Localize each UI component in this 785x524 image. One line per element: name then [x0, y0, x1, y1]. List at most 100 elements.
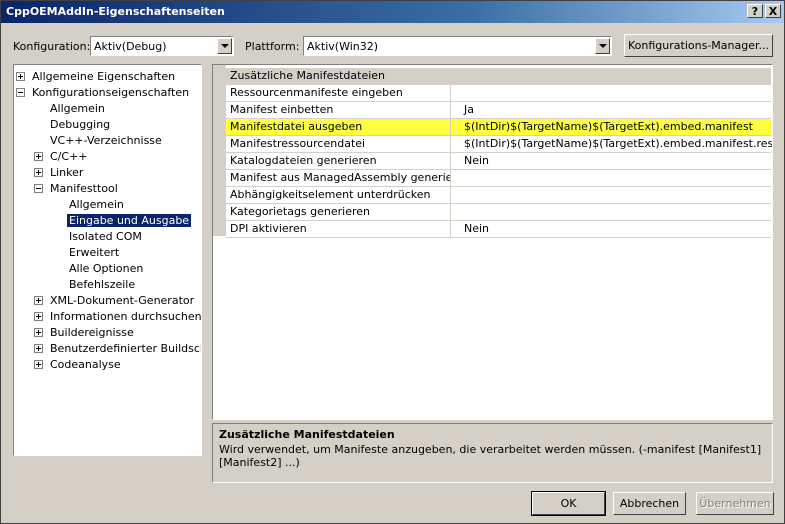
- tree-item-code-analysis[interactable]: Codeanalyse: [34, 357, 123, 372]
- tree-item-label: Informationen durchsuchen: [50, 310, 202, 323]
- tree-item-label: Buildereignisse: [50, 326, 134, 339]
- chevron-down-icon[interactable]: [217, 38, 232, 54]
- tree-item-command-line[interactable]: Befehlszeile: [67, 277, 137, 292]
- ok-button[interactable]: OK: [531, 491, 606, 516]
- tree-item-input-output[interactable]: Eingabe und Ausgabe: [67, 213, 192, 228]
- tree-item-label: Eingabe und Ausgabe: [67, 214, 192, 227]
- expand-icon[interactable]: [34, 296, 43, 305]
- property-row[interactable]: Zusätzliche Manifestdateien: [226, 68, 771, 85]
- platform-label: Plattform:: [245, 40, 300, 53]
- config-label: Konfiguration:: [13, 40, 91, 53]
- platform-combo[interactable]: Aktiv(Win32): [303, 36, 612, 56]
- expand-icon[interactable]: [34, 152, 43, 161]
- tree-item-build-events[interactable]: Buildereignisse: [34, 325, 136, 340]
- title-bar: CppOEMAddIn-Eigenschaftenseiten ? X: [1, 1, 784, 23]
- tree-item-isolated-com[interactable]: Isolated COM: [67, 229, 144, 244]
- property-value[interactable]: Nein: [452, 221, 489, 237]
- property-value[interactable]: [452, 85, 464, 101]
- property-value[interactable]: [452, 170, 464, 186]
- property-name: Abhängigkeitselement unterdrücken: [226, 187, 451, 203]
- property-row[interactable]: Abhängigkeitselement unterdrücken: [226, 187, 771, 204]
- config-combo[interactable]: Aktiv(Debug): [90, 36, 234, 56]
- apply-button[interactable]: Übernehmen: [696, 492, 774, 515]
- property-row[interactable]: Ressourcenmanifeste eingeben: [226, 85, 771, 102]
- tree-item-linker[interactable]: Linker: [34, 165, 85, 180]
- tree-item-label: Isolated COM: [69, 230, 142, 243]
- property-grid: Zusätzliche Manifestdateien Ressourcenma…: [212, 64, 773, 420]
- tree-item-custom-build[interactable]: Benutzerdefinierter Buildschritt: [34, 341, 201, 356]
- tree-item-manifesttool[interactable]: Manifesttool: [34, 181, 120, 196]
- tree-item-label: Codeanalyse: [50, 358, 121, 371]
- property-value[interactable]: Nein: [452, 153, 489, 169]
- chevron-down-icon[interactable]: [595, 38, 610, 54]
- collapse-icon[interactable]: [16, 88, 25, 97]
- cancel-button[interactable]: Abbrechen: [613, 492, 686, 515]
- tree-item-label: Linker: [50, 166, 84, 179]
- tree-item-general[interactable]: Allgemein: [48, 101, 107, 116]
- property-name: Ressourcenmanifeste eingeben: [226, 85, 451, 101]
- tree-item-xml-doc[interactable]: XML-Dokument-Generator: [34, 293, 196, 308]
- tree-item-label: C/C++: [50, 150, 88, 163]
- property-name: Manifestressourcendatei: [226, 136, 451, 152]
- tree-item-cpp[interactable]: C/C++: [34, 149, 90, 164]
- property-name: Zusätzliche Manifestdateien: [226, 68, 451, 84]
- property-name: Manifest aus ManagedAssembly generieren: [226, 170, 451, 186]
- tree-item-label: Konfigurationseigenschaften: [32, 86, 190, 99]
- tree-item-mt-general[interactable]: Allgemein: [67, 197, 126, 212]
- tree-item-debugging[interactable]: Debugging: [48, 117, 112, 132]
- property-value[interactable]: Ja: [452, 102, 474, 118]
- tree-item-browse-info[interactable]: Informationen durchsuchen: [34, 309, 202, 324]
- tree-item-advanced[interactable]: Erweitert: [67, 245, 121, 260]
- expand-icon[interactable]: [34, 360, 43, 369]
- tree-item-general-props[interactable]: Allgemeine Eigenschaften: [16, 69, 177, 84]
- tree-item-label: Allgemein: [69, 198, 124, 211]
- tree-item-label: Benutzerdefinierter Buildschritt: [50, 342, 201, 355]
- property-row[interactable]: Manifest einbetten Ja: [226, 102, 771, 119]
- window-title: CppOEMAddIn-Eigenschaftenseiten: [6, 5, 225, 18]
- property-row[interactable]: Manifest aus ManagedAssembly generieren: [226, 170, 771, 187]
- tree-item-label: Allgemeine Eigenschaften: [32, 70, 176, 83]
- property-name: DPI aktivieren: [226, 221, 451, 237]
- collapse-icon[interactable]: [34, 184, 43, 193]
- help-button[interactable]: ?: [747, 4, 763, 18]
- property-value[interactable]: [452, 68, 464, 84]
- tree-item-label: Alle Optionen: [69, 262, 144, 275]
- property-value[interactable]: $(IntDir)$(TargetName)$(TargetExt).embed…: [452, 136, 772, 152]
- property-row[interactable]: Katalogdateien generieren Nein: [226, 153, 771, 170]
- property-name: Kategorietags generieren: [226, 204, 451, 220]
- settings-tree: Allgemeine Eigenschaften Konfigurationse…: [13, 64, 202, 456]
- tree-item-label: XML-Dokument-Generator: [50, 294, 195, 307]
- config-manager-button[interactable]: Konfigurations-Manager...: [624, 34, 773, 57]
- tree-item-label: Befehlszeile: [69, 278, 136, 291]
- close-button[interactable]: X: [765, 4, 781, 18]
- expand-icon[interactable]: [34, 312, 43, 321]
- platform-value: Aktiv(Win32): [307, 40, 379, 53]
- property-value[interactable]: [452, 204, 464, 220]
- properties-dialog: CppOEMAddIn-Eigenschaftenseiten ? X Konf…: [0, 0, 785, 524]
- tree-item-config-props[interactable]: Konfigurationseigenschaften: [16, 85, 191, 100]
- tree-item-label: Manifesttool: [50, 182, 118, 195]
- expand-icon[interactable]: [34, 344, 43, 353]
- property-value[interactable]: $(IntDir)$(TargetName)$(TargetExt).embed…: [452, 119, 753, 135]
- tree-item-label: Allgemein: [50, 102, 105, 115]
- property-value[interactable]: [452, 187, 464, 203]
- tree-item-vc-dirs[interactable]: VC++-Verzeichnisse: [48, 133, 164, 148]
- tree-item-label: VC++-Verzeichnisse: [50, 134, 162, 147]
- expand-icon[interactable]: [16, 72, 25, 81]
- grid-gutter: [213, 65, 226, 236]
- tree-item-all-options[interactable]: Alle Optionen: [67, 261, 145, 276]
- expand-icon[interactable]: [34, 168, 43, 177]
- description-text: Wird verwendet, um Manifeste anzugeben, …: [219, 443, 762, 469]
- property-name: Katalogdateien generieren: [226, 153, 451, 169]
- tree-item-label: Debugging: [50, 118, 111, 131]
- property-row[interactable]: Manifestressourcendatei $(IntDir)$(Targe…: [226, 136, 772, 153]
- config-value: Aktiv(Debug): [94, 40, 167, 53]
- property-name: Manifestdatei ausgeben: [226, 119, 451, 135]
- property-row[interactable]: DPI aktivieren Nein: [226, 221, 771, 238]
- expand-icon[interactable]: [34, 328, 43, 337]
- property-row[interactable]: Kategorietags generieren: [226, 204, 771, 221]
- property-row-highlighted[interactable]: Manifestdatei ausgeben $(IntDir)$(Target…: [226, 119, 771, 136]
- tree-item-label: Erweitert: [69, 246, 120, 259]
- description-panel: Zusätzliche Manifestdateien Wird verwend…: [212, 423, 773, 483]
- property-name: Manifest einbetten: [226, 102, 451, 118]
